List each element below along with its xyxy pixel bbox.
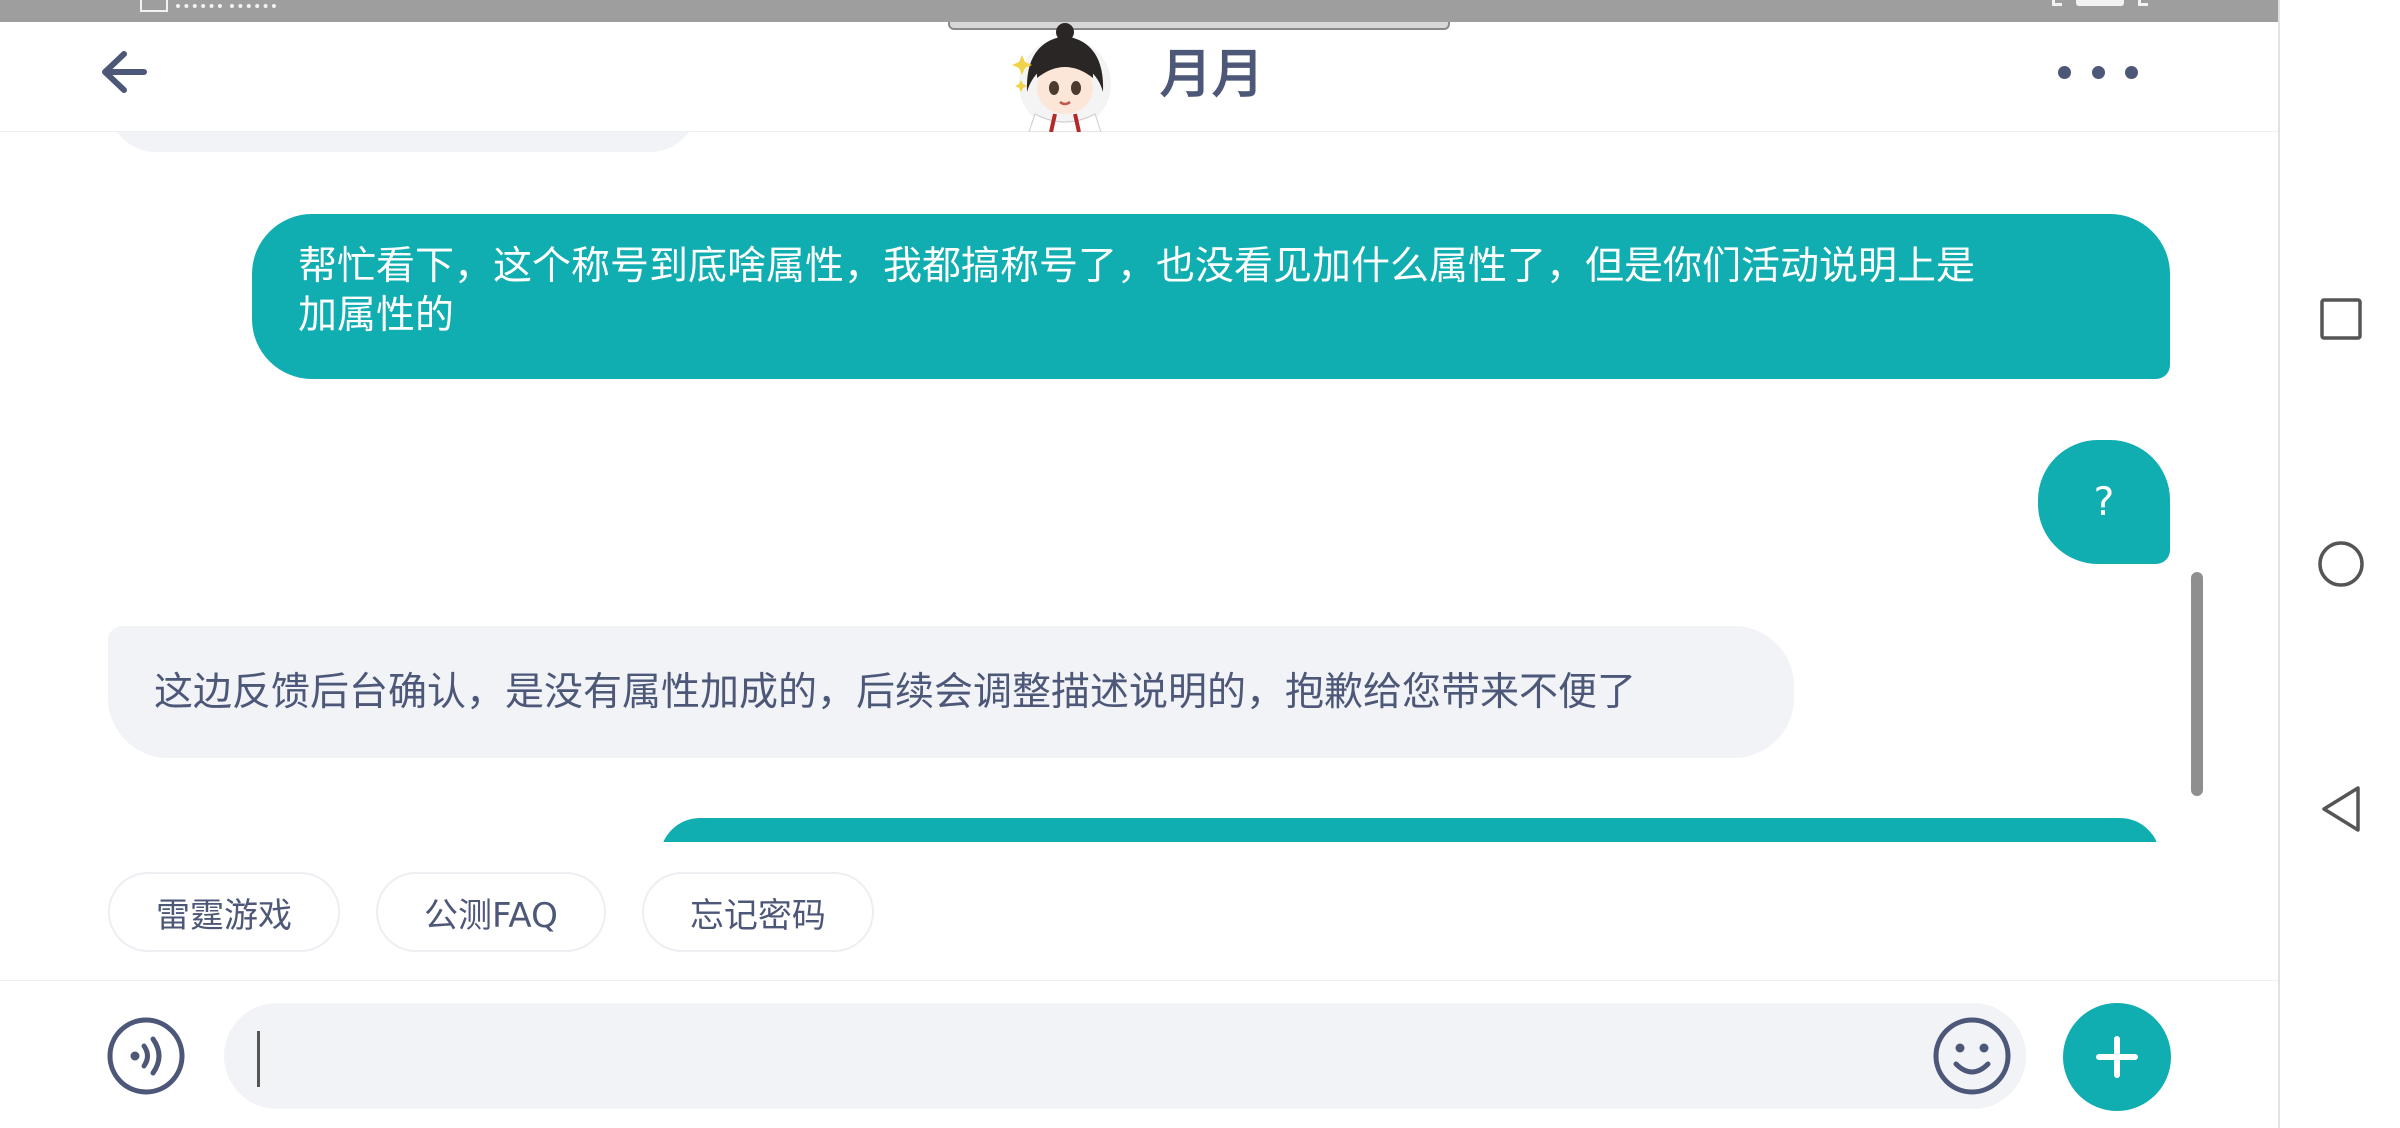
signal-icon xyxy=(176,2,222,8)
scrollbar-thumb[interactable] xyxy=(2191,572,2203,796)
signal-icon-2 xyxy=(230,2,276,8)
back-button[interactable] xyxy=(94,42,154,102)
message-list[interactable]: 帮忙看下，这个称号到底啥属性，我都搞称号了，也没看见加什么属性了，但是你们活动说… xyxy=(0,132,2278,842)
home-button[interactable] xyxy=(2280,519,2400,609)
alarm-icon xyxy=(2138,0,2148,6)
arrow-left-icon xyxy=(102,51,147,93)
outgoing-message-bubble[interactable]: ? xyxy=(2038,440,2170,564)
message-input[interactable] xyxy=(224,1003,2026,1109)
outgoing-message-bubble[interactable]: 帮忙看下，这个称号到底啥属性，我都搞称号了，也没看见加什么属性了，但是你们活动说… xyxy=(252,214,2170,379)
page-title: 月月 xyxy=(1160,45,1265,105)
plus-icon xyxy=(2096,1036,2138,1078)
more-dots-icon xyxy=(2091,65,2105,79)
battery-icon xyxy=(2076,0,2124,6)
outgoing-message-bubble-partial[interactable] xyxy=(660,818,2160,842)
hd-badge-icon xyxy=(140,0,168,12)
text-caret xyxy=(257,1031,260,1087)
message-text: ? xyxy=(2093,479,2115,525)
quick-reply-faq[interactable]: 公测FAQ xyxy=(376,872,606,952)
status-left-indicators xyxy=(140,0,276,14)
incoming-message-bubble-partial xyxy=(108,132,698,152)
chat-screen: 月月 帮忙看下，这个称号到底啥属性，我都搞称号了，也没看见加什么属性了，但是你们… xyxy=(0,0,2400,1128)
more-button[interactable] xyxy=(2058,52,2138,92)
recent-apps-button[interactable] xyxy=(2280,274,2400,364)
more-dots-icon xyxy=(2125,65,2138,79)
incoming-message-bubble[interactable]: 这边反馈后台确认，是没有属性加成的，后续会调整描述说明的，抱歉给您带来不便了 xyxy=(108,626,1794,758)
emoji-button[interactable] xyxy=(1932,1016,2012,1096)
status-right-indicators xyxy=(2052,0,2148,6)
wifi-icon xyxy=(2052,0,2062,6)
avatar-illustration-icon xyxy=(1012,23,1111,133)
square-icon xyxy=(2320,298,2362,340)
top-bar: 月月 xyxy=(0,22,2278,133)
system-nav-bar xyxy=(2278,0,2400,1128)
voice-input-button[interactable] xyxy=(106,1016,186,1096)
voice-wave-icon xyxy=(107,1017,185,1095)
emoji-smile-icon xyxy=(1933,1017,2011,1095)
status-bar xyxy=(0,0,2278,22)
quick-reply-leiting-games[interactable]: 雷霆游戏 xyxy=(108,872,340,952)
system-back-button[interactable] xyxy=(2280,764,2400,854)
circle-icon xyxy=(2318,541,2364,587)
quick-reply-bar: 雷霆游戏 公测FAQ 忘记密码 xyxy=(108,872,874,952)
triangle-back-icon xyxy=(2322,786,2360,832)
avatar[interactable] xyxy=(1005,22,1125,133)
message-text: 这边反馈后台确认，是没有属性加成的，后续会调整描述说明的，抱歉给您带来不便了 xyxy=(154,669,1637,715)
attach-plus-button[interactable] xyxy=(2063,1003,2171,1111)
quick-reply-forgot-password[interactable]: 忘记密码 xyxy=(641,872,874,952)
composer-bar xyxy=(0,980,2278,1128)
more-dots-icon xyxy=(2058,65,2071,79)
